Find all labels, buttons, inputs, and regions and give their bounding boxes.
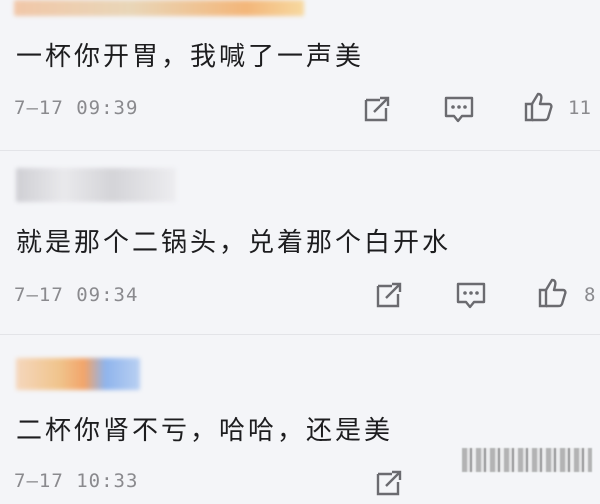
- comment-text: 就是那个二锅头，兑着那个白开水: [16, 228, 452, 258]
- like-count: 11: [568, 97, 591, 119]
- share-icon[interactable]: [372, 278, 406, 312]
- comment-text: 一杯你开胃，我喊了一声美: [16, 42, 365, 72]
- like-count: 8: [584, 284, 596, 306]
- comment-timestamp: 7—17 09:39: [14, 97, 139, 119]
- comment-timestamp: 7—17 09:34: [14, 284, 139, 306]
- thumbs-up-icon[interactable]: [522, 90, 556, 124]
- blurred-username: [16, 168, 176, 202]
- thumbs-up-icon[interactable]: [536, 276, 570, 310]
- share-icon[interactable]: [372, 466, 406, 500]
- blurred-username: [14, 0, 304, 16]
- divider: [0, 150, 600, 151]
- divider: [0, 334, 600, 335]
- blurred-username: [16, 358, 140, 390]
- watermark: [462, 448, 592, 472]
- comment-icon[interactable]: [442, 92, 476, 126]
- comment-text: 二杯你肾不亏，哈哈，还是美: [16, 416, 394, 446]
- comment-timestamp: 7—17 10:33: [14, 470, 139, 492]
- comment-icon[interactable]: [454, 278, 488, 312]
- share-icon[interactable]: [360, 92, 394, 126]
